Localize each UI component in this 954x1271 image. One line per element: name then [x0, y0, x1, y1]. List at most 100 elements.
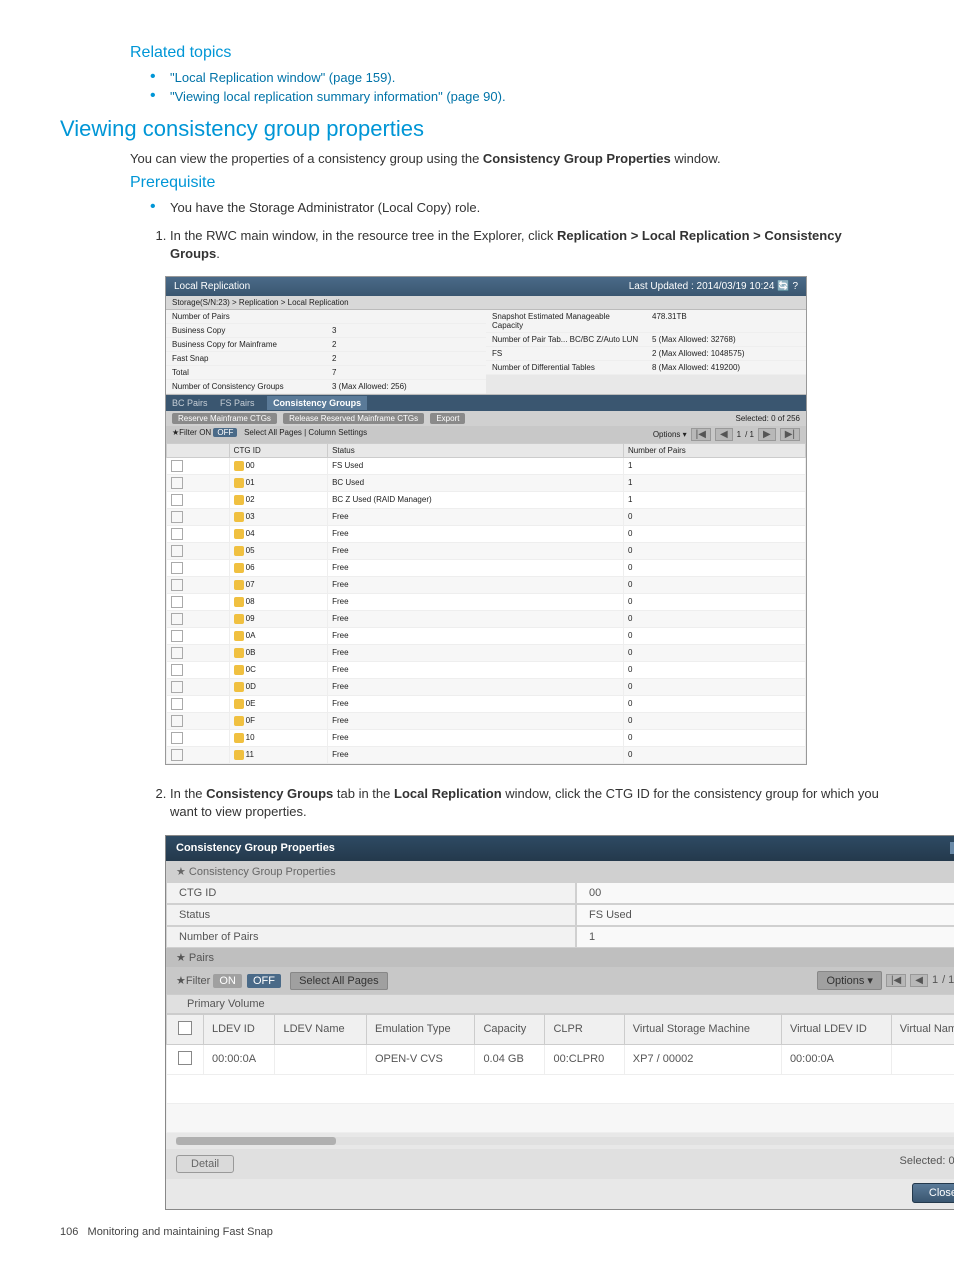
- cell-ctg-id[interactable]: 04: [229, 525, 327, 542]
- cell-ctg-id[interactable]: 0B: [229, 644, 327, 661]
- ctg-icon: [234, 529, 244, 539]
- filter-extra[interactable]: Select All Pages | Column Settings: [244, 428, 367, 437]
- row-checkbox[interactable]: [178, 1051, 192, 1065]
- cell-ctg-id[interactable]: 00: [229, 457, 327, 474]
- cell-status: BC Used: [328, 474, 624, 491]
- tab-fs-pairs[interactable]: FS Pairs: [220, 398, 255, 408]
- table-row[interactable]: 01BC Used1: [167, 474, 806, 491]
- reserve-mainframe-ctgs-button[interactable]: Reserve Mainframe CTGs: [172, 413, 277, 424]
- pairs-page-total: / 1: [942, 974, 954, 986]
- options-dropdown[interactable]: Options ▾: [653, 430, 687, 439]
- row-checkbox[interactable]: [171, 579, 183, 591]
- pairs-options-dropdown[interactable]: Options ▾: [817, 971, 882, 990]
- cell-ctg-id[interactable]: 06: [229, 559, 327, 576]
- row-checkbox[interactable]: [171, 749, 183, 761]
- cell-ctg-id[interactable]: 07: [229, 576, 327, 593]
- prev-page-button[interactable]: ◀: [715, 428, 733, 441]
- tab-bc-pairs[interactable]: BC Pairs: [172, 398, 208, 408]
- cell-ctg-id[interactable]: 0A: [229, 627, 327, 644]
- row-checkbox[interactable]: [171, 732, 183, 744]
- related-link-2[interactable]: "Viewing local replication summary infor…: [170, 89, 506, 104]
- tab-consistency-groups[interactable]: Consistency Groups: [267, 396, 367, 410]
- cell-num-pairs: 0: [623, 729, 805, 746]
- table-row[interactable]: 06Free0: [167, 559, 806, 576]
- row-checkbox[interactable]: [171, 545, 183, 557]
- table-row[interactable]: 03Free0: [167, 508, 806, 525]
- row-checkbox[interactable]: [171, 698, 183, 710]
- next-page-button[interactable]: ▶: [758, 428, 776, 441]
- pair-row[interactable]: 00:00:0A OPEN-V CVS 0.04 GB 00:CLPR0 XP7…: [167, 1044, 954, 1074]
- table-row[interactable]: 09Free0: [167, 610, 806, 627]
- cell-ctg-id[interactable]: 05: [229, 542, 327, 559]
- prop-key: Number of Pairs: [166, 926, 576, 948]
- summary-val: 478.31TB: [646, 310, 806, 332]
- row-checkbox[interactable]: [171, 647, 183, 659]
- row-checkbox[interactable]: [171, 494, 183, 506]
- table-row[interactable]: 04Free0: [167, 525, 806, 542]
- summary-key: Snapshot Estimated Manageable Capacity: [486, 310, 646, 332]
- release-reserved-mainframe-ctgs-button[interactable]: Release Reserved Mainframe CTGs: [283, 413, 424, 424]
- cell-num-pairs: 0: [623, 525, 805, 542]
- filter-icon[interactable]: ⧉: [950, 842, 954, 854]
- row-checkbox[interactable]: [171, 664, 183, 676]
- header-checkbox[interactable]: [178, 1021, 192, 1035]
- col-num-pairs: Number of Pairs: [623, 443, 805, 457]
- row-checkbox[interactable]: [171, 511, 183, 523]
- cell-ctg-id[interactable]: 0F: [229, 712, 327, 729]
- horizontal-scrollbar[interactable]: [176, 1137, 954, 1145]
- table-row[interactable]: 10Free0: [167, 729, 806, 746]
- select-all-pages-button[interactable]: Select All Pages: [290, 972, 388, 990]
- cell-ctg-id[interactable]: 09: [229, 610, 327, 627]
- export-button[interactable]: Export: [430, 413, 465, 424]
- cell-ctg-id[interactable]: 0E: [229, 695, 327, 712]
- table-row[interactable]: 0CFree0: [167, 661, 806, 678]
- ctg-icon: [234, 461, 244, 471]
- row-checkbox[interactable]: [171, 715, 183, 727]
- related-topics-list: "Local Replication window" (page 159). "…: [150, 70, 894, 104]
- row-checkbox[interactable]: [171, 681, 183, 693]
- pairs-filter-off-button[interactable]: OFF: [247, 974, 281, 988]
- row-checkbox[interactable]: [171, 562, 183, 574]
- cell-ctg-id[interactable]: 0D: [229, 678, 327, 695]
- row-checkbox[interactable]: [171, 528, 183, 540]
- pairs-first-page-button[interactable]: |◀: [886, 974, 906, 987]
- row-checkbox[interactable]: [171, 630, 183, 642]
- pairs-prev-page-button[interactable]: ◀: [910, 974, 928, 987]
- related-link-1[interactable]: "Local Replication window" (page 159).: [170, 70, 395, 85]
- table-row[interactable]: 0AFree0: [167, 627, 806, 644]
- ctg-icon: [234, 631, 244, 641]
- cell-ctg-id[interactable]: 10: [229, 729, 327, 746]
- row-checkbox[interactable]: [171, 477, 183, 489]
- first-page-button[interactable]: |◀: [691, 428, 711, 441]
- table-row[interactable]: 05Free0: [167, 542, 806, 559]
- close-button[interactable]: Close: [912, 1183, 954, 1203]
- prop-value: 1: [576, 926, 954, 948]
- row-checkbox[interactable]: [171, 460, 183, 472]
- pairs-filter-on-button[interactable]: ON: [213, 974, 242, 988]
- cell-ctg-id[interactable]: 02: [229, 491, 327, 508]
- refresh-icon[interactable]: 🔄: [777, 281, 789, 292]
- cell-ctg-id[interactable]: 0C: [229, 661, 327, 678]
- cell-num-pairs: 0: [623, 678, 805, 695]
- cell-ctg-id[interactable]: 11: [229, 746, 327, 763]
- table-row[interactable]: 0FFree0: [167, 712, 806, 729]
- filter-on-button[interactable]: ON: [199, 428, 211, 437]
- table-row[interactable]: 11Free0: [167, 746, 806, 763]
- summary-key: FS: [486, 347, 646, 360]
- last-page-button[interactable]: ▶|: [780, 428, 800, 441]
- table-row[interactable]: 0EFree0: [167, 695, 806, 712]
- cell-ctg-id[interactable]: 01: [229, 474, 327, 491]
- table-row[interactable]: 02BC Z Used (RAID Manager)1: [167, 491, 806, 508]
- table-row[interactable]: 0DFree0: [167, 678, 806, 695]
- row-checkbox[interactable]: [171, 596, 183, 608]
- cell-ctg-id[interactable]: 08: [229, 593, 327, 610]
- row-checkbox[interactable]: [171, 613, 183, 625]
- filter-off-button[interactable]: OFF: [213, 428, 237, 437]
- table-row[interactable]: 08Free0: [167, 593, 806, 610]
- table-row[interactable]: 00FS Used1: [167, 457, 806, 474]
- table-row[interactable]: 0BFree0: [167, 644, 806, 661]
- detail-button[interactable]: Detail: [176, 1155, 234, 1173]
- cell-ctg-id[interactable]: 03: [229, 508, 327, 525]
- table-row[interactable]: 07Free0: [167, 576, 806, 593]
- help-icon[interactable]: ?: [792, 281, 798, 292]
